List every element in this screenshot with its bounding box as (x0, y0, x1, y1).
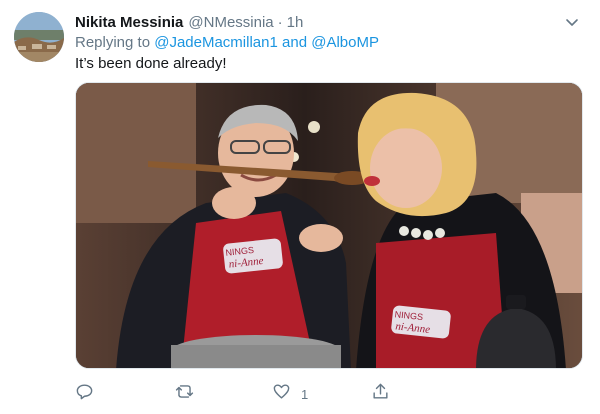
mention-joiner[interactable]: and (282, 34, 307, 51)
avatar-image (14, 12, 64, 62)
mention-link[interactable]: @JadeMacmillan1 (154, 34, 278, 51)
reply-icon (75, 382, 94, 406)
retweet-button[interactable] (175, 380, 194, 408)
tweet-text: It’s been done already! (75, 55, 227, 72)
photo-illustration: NINGS ni-Anne NINGS ni-Anne (76, 83, 582, 368)
display-name[interactable]: Nikita Messinia (75, 14, 183, 31)
tweet-actions: 1 (75, 380, 475, 408)
like-button[interactable]: 1 (272, 380, 308, 408)
user-handle[interactable]: @NMessinia (188, 14, 273, 31)
reply-button[interactable] (75, 380, 94, 408)
share-icon (371, 382, 390, 406)
share-button[interactable] (371, 380, 390, 408)
replying-to-line: Replying to @JadeMacmillan1 and @AlboMP (75, 34, 379, 51)
tweet-media-photo[interactable]: NINGS ni-Anne NINGS ni-Anne (75, 82, 583, 369)
tweet-card[interactable]: Nikita Messinia @NMessinia · 1h Replying… (0, 0, 600, 414)
chevron-down-icon[interactable] (564, 14, 580, 30)
separator-dot: · (277, 13, 283, 31)
replying-to-label: Replying to (75, 34, 151, 51)
avatar[interactable] (14, 12, 64, 62)
like-count: 1 (301, 386, 309, 402)
tweet-header: Nikita Messinia @NMessinia · 1h (75, 12, 584, 32)
heart-icon (272, 382, 291, 406)
tweet-timestamp[interactable]: 1h (287, 14, 304, 31)
retweet-icon (175, 382, 194, 406)
mention-link[interactable]: @AlboMP (311, 34, 379, 51)
